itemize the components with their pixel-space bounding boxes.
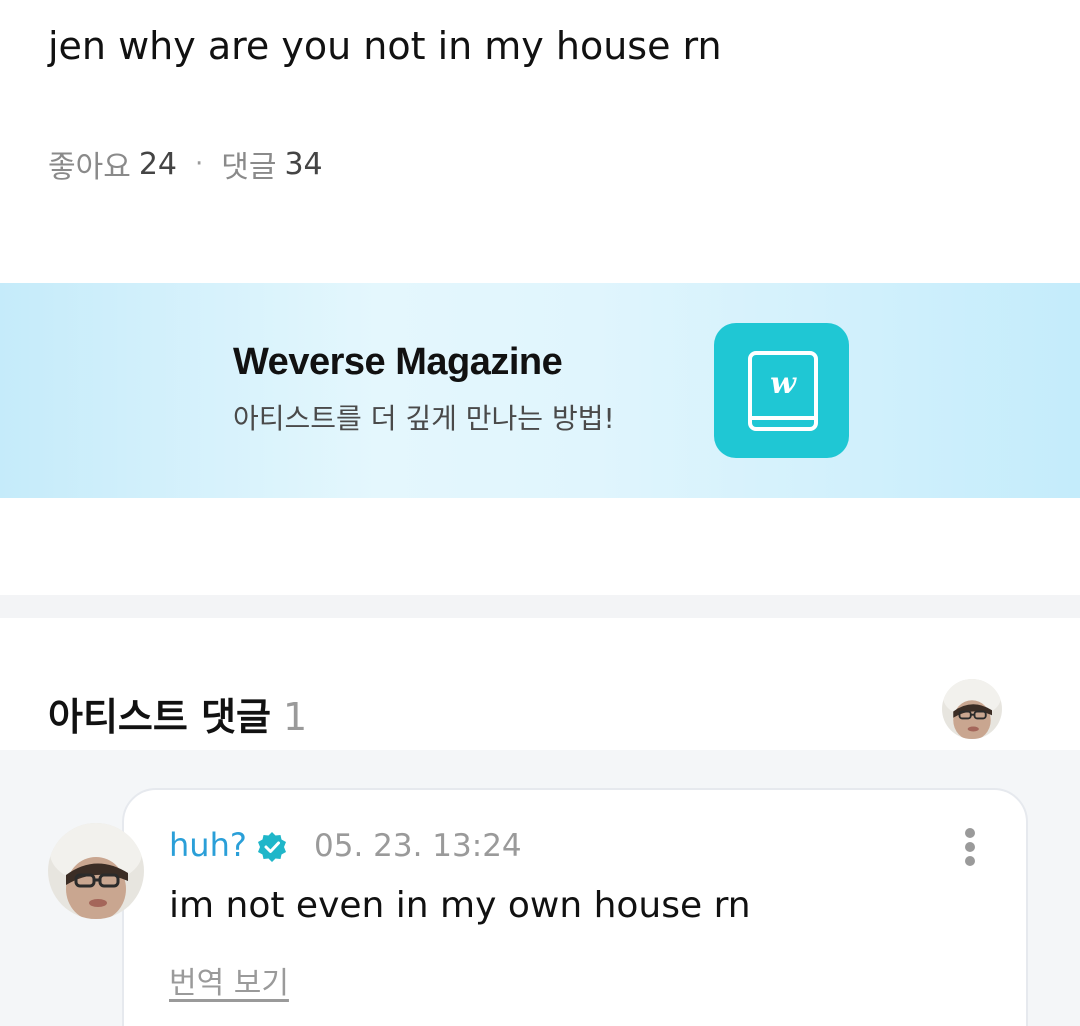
artist-comments-title: 아티스트 댓글 — [48, 695, 271, 739]
comment-author-avatar[interactable] — [48, 823, 144, 919]
verified-badge-icon — [256, 831, 288, 863]
comment-timestamp: 05. 23. 13:24 — [314, 828, 522, 864]
comments-label: 댓글 — [221, 150, 277, 185]
translate-link[interactable]: 번역 보기 — [169, 958, 289, 1002]
artist-comments-heading: 아티스트 댓글 1 — [48, 686, 307, 741]
artist-avatar[interactable] — [942, 679, 1002, 739]
stats-separator: · — [195, 149, 204, 179]
artist-comments-count: 1 — [283, 695, 308, 739]
post-text: jen why are you not in my house rn — [48, 24, 722, 68]
comments-count: 34 — [284, 146, 323, 182]
weverse-magazine-banner[interactable]: Weverse Magazine 아티스트를 더 깊게 만나는 방법! w — [0, 283, 1080, 498]
comment-text: im not even in my own house rn — [169, 885, 751, 926]
post-detail-page: jen why are you not in my house rn 좋아요 2… — [0, 0, 1080, 1026]
banner-title: Weverse Magazine — [233, 341, 563, 383]
likes-count: 24 — [138, 146, 177, 182]
weverse-magazine-book-icon: w — [714, 323, 849, 458]
comment-author-name[interactable]: huh? — [169, 826, 247, 864]
logo-letter: w — [770, 366, 797, 401]
post-stats: 좋아요 24 · 댓글 34 — [48, 142, 323, 186]
likes-label: 좋아요 — [48, 150, 131, 185]
section-divider — [0, 595, 1080, 618]
more-vertical-icon[interactable] — [956, 826, 984, 868]
banner-subtitle: 아티스트를 더 깊게 만나는 방법! — [233, 402, 615, 435]
